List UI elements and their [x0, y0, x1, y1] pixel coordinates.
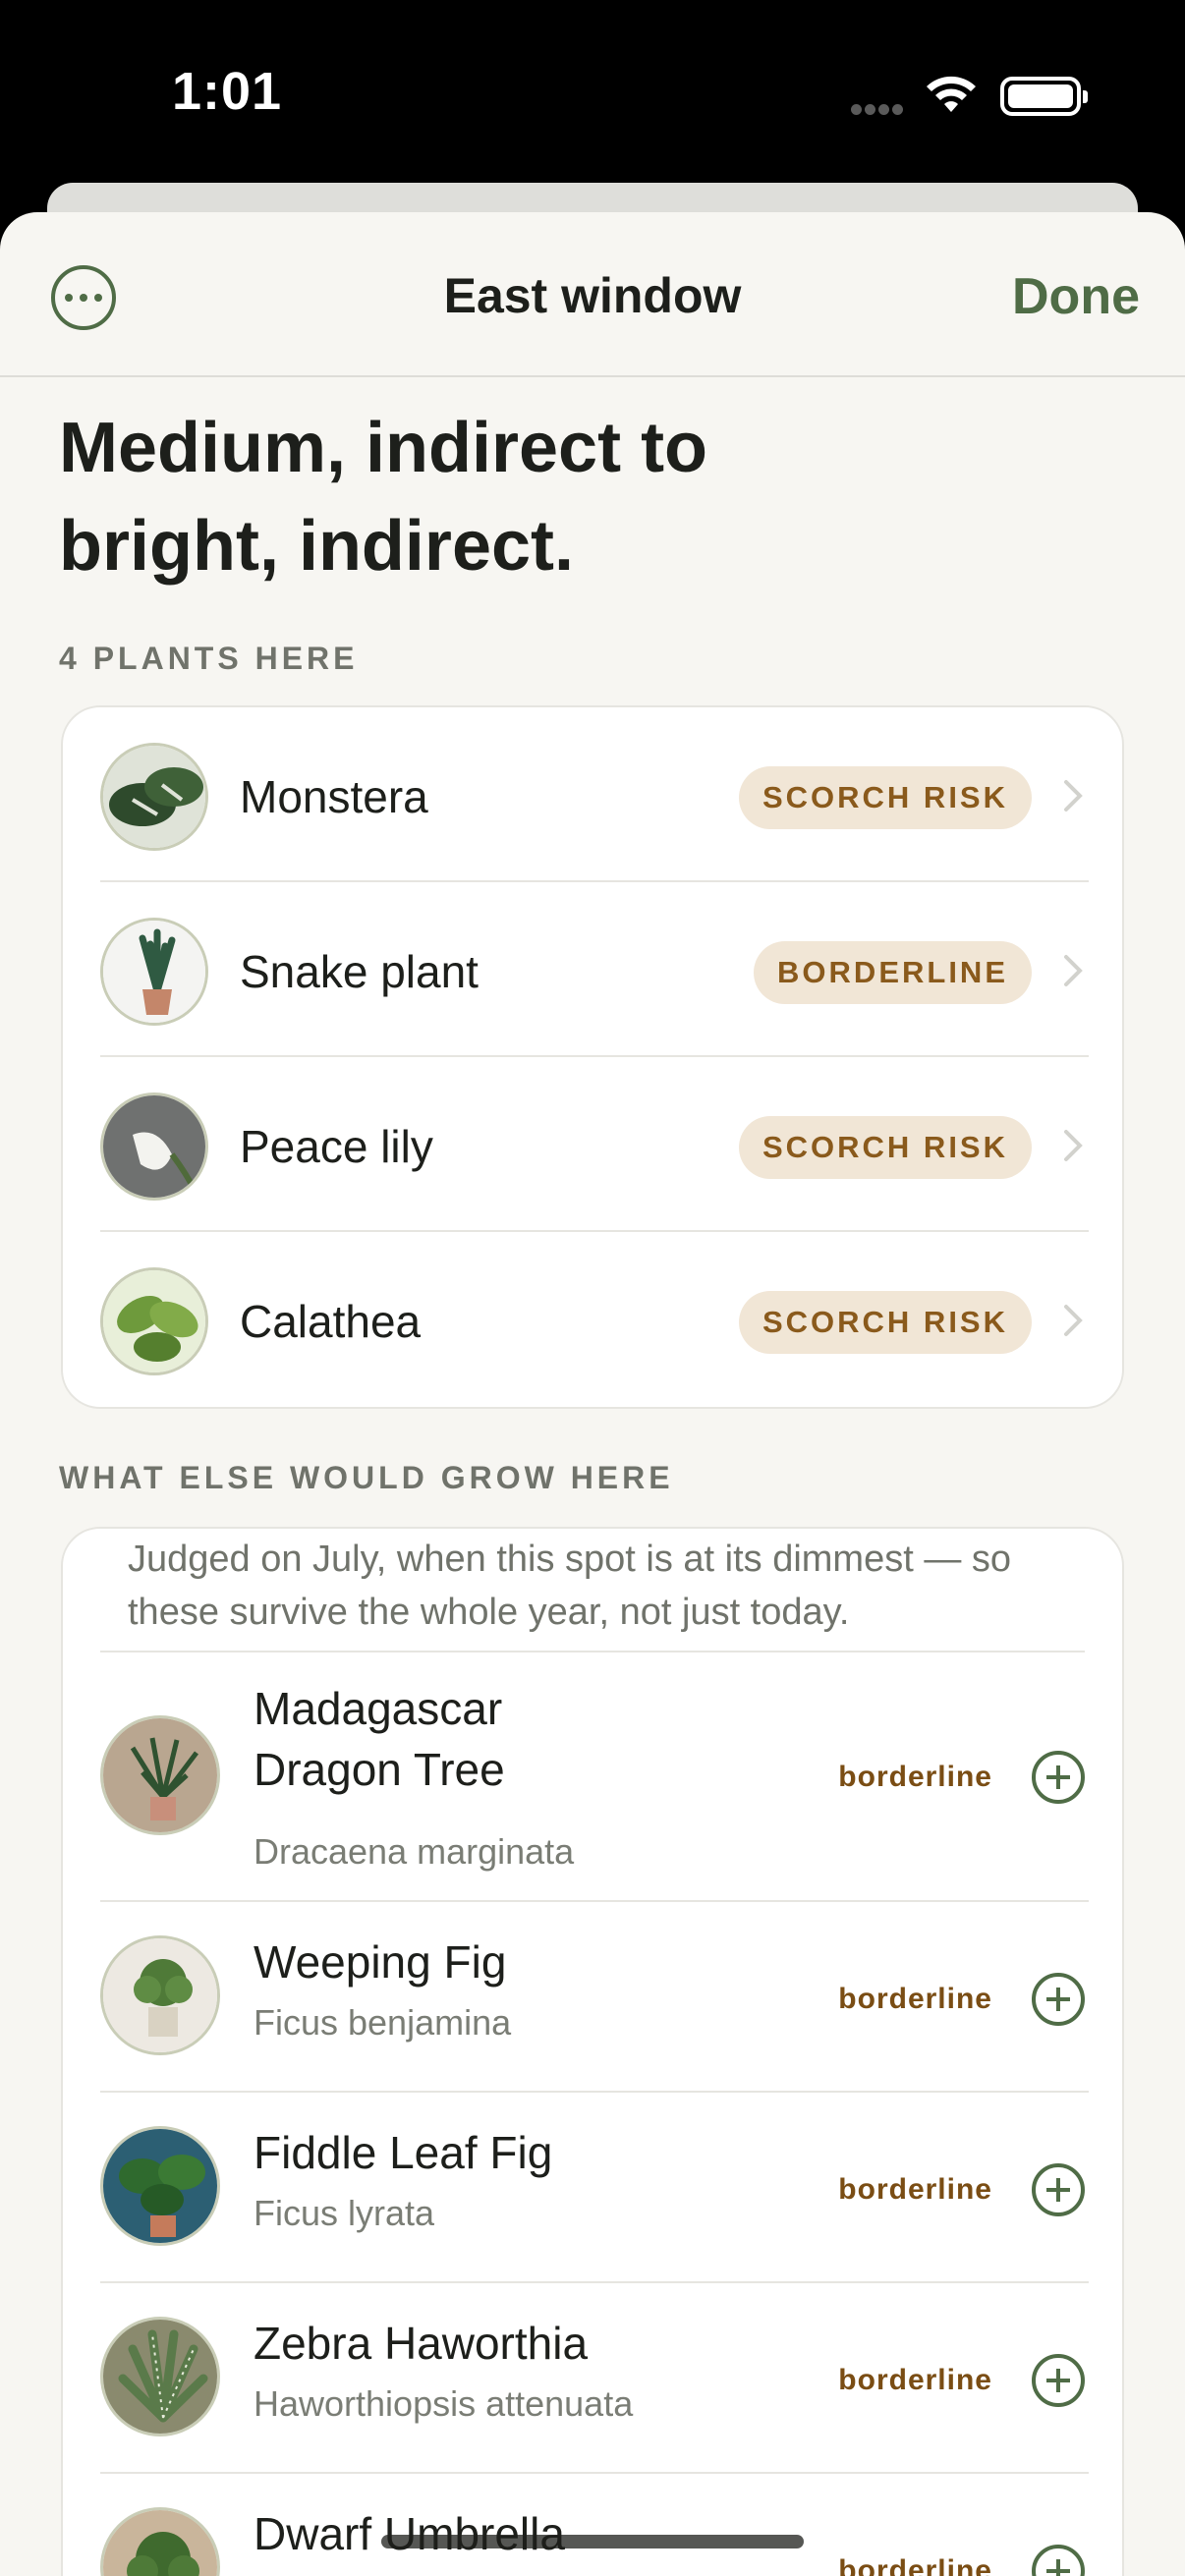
chevron-right-icon — [1064, 1130, 1083, 1161]
suggestion-row[interactable]: Zebra Haworthia Haworthiopsis attenuata … — [63, 2283, 1126, 2474]
add-plant-button[interactable] — [1032, 2545, 1085, 2576]
plant-photo — [100, 2317, 220, 2436]
plant-common-name: Madagascar Dragon Tree — [254, 1683, 505, 1795]
suggestion-row[interactable]: Madagascar Dragon Tree Dracaena marginat… — [63, 1652, 1126, 1902]
sheet: East window Done Medium, indirect to bri… — [0, 212, 1185, 2576]
plant-common-name: Weeping Fig — [254, 1936, 507, 1988]
suggestions-card: Judged on July, when this spot is at its… — [61, 1527, 1124, 2576]
status-time: 1:01 — [172, 62, 283, 121]
status-badge: SCORCH RISK — [738, 766, 1032, 829]
fit-label: borderline — [838, 2364, 992, 2396]
plants-section-label: 4 PLANTS HERE — [59, 641, 359, 676]
status-badge: BORDERLINE — [754, 941, 1032, 1004]
status-badge: SCORCH RISK — [738, 1291, 1032, 1354]
plant-photo — [100, 1715, 220, 1835]
fit-label: borderline — [838, 1983, 992, 2015]
plant-latin-name: Ficus benjamina — [254, 2002, 512, 2043]
wifi-icon — [927, 76, 976, 112]
plant-latin-name: Haworthiopsis attenuata — [254, 2383, 634, 2424]
suggestion-row[interactable]: Fiddle Leaf Fig Ficus lyrata borderline — [63, 2093, 1126, 2283]
plant-latin-name: Ficus lyrata — [254, 2193, 435, 2233]
plant-row-snake-plant[interactable]: Snake plant BORDERLINE — [63, 882, 1126, 1057]
plant-row-monstera[interactable]: Monstera SCORCH RISK — [63, 707, 1126, 882]
suggestions-section-label: WHAT ELSE WOULD GROW HERE — [59, 1460, 674, 1495]
fit-label: borderline — [838, 1761, 992, 1793]
plants-card: Monstera SCORCH RISK Snake plant BORDERL… — [61, 705, 1124, 1409]
plant-common-name: Zebra Haworthia — [254, 2318, 589, 2369]
plant-name: Calathea — [240, 1296, 422, 1347]
plant-name: Monstera — [240, 771, 428, 822]
plant-photo — [100, 2507, 220, 2576]
plant-row-peace-lily[interactable]: Peace lily SCORCH RISK — [63, 1057, 1126, 1232]
light-headline: Medium, indirect to bright, indirect. — [59, 409, 708, 586]
plant-photo — [100, 1935, 220, 2055]
plant-name: Snake plant — [240, 946, 479, 997]
suggestions-note: Judged on July, when this spot is at its… — [128, 1539, 1012, 1633]
suggestion-row[interactable]: Dwarf Umbrella Tree borderline — [63, 2474, 1126, 2576]
status-bar: 1:01 — [0, 0, 1185, 187]
suggestion-row[interactable]: Weeping Fig Ficus benjamina borderline — [63, 1902, 1126, 2093]
nav-bar: East window Done — [0, 212, 1185, 377]
plant-photo — [100, 1092, 208, 1201]
fit-label: borderline — [838, 2173, 992, 2206]
nav-title: East window — [443, 268, 742, 323]
add-plant-button[interactable] — [1032, 1751, 1085, 1804]
done-button[interactable]: Done — [1012, 267, 1140, 326]
fit-label: borderline — [838, 2554, 992, 2576]
plant-photo — [100, 918, 208, 1026]
add-plant-button[interactable] — [1032, 2163, 1085, 2216]
plant-photo — [100, 743, 208, 851]
battery-icon — [1000, 77, 1088, 116]
plant-row-calathea[interactable]: Calathea SCORCH RISK — [63, 1232, 1126, 1407]
add-plant-button[interactable] — [1032, 1973, 1085, 2026]
chevron-right-icon — [1064, 955, 1083, 986]
plant-name: Peace lily — [240, 1121, 433, 1172]
cellular-signal-icon — [851, 102, 906, 120]
status-badge: SCORCH RISK — [738, 1116, 1032, 1179]
plant-common-name: Fiddle Leaf Fig — [254, 2127, 553, 2178]
home-indicator[interactable] — [381, 2535, 804, 2548]
plant-photo — [100, 1267, 208, 1375]
add-plant-button[interactable] — [1032, 2354, 1085, 2407]
plant-photo — [100, 2126, 220, 2246]
plant-latin-name: Dracaena marginata — [254, 1831, 575, 1872]
chevron-right-icon — [1064, 780, 1083, 812]
chevron-right-icon — [1064, 1305, 1083, 1336]
